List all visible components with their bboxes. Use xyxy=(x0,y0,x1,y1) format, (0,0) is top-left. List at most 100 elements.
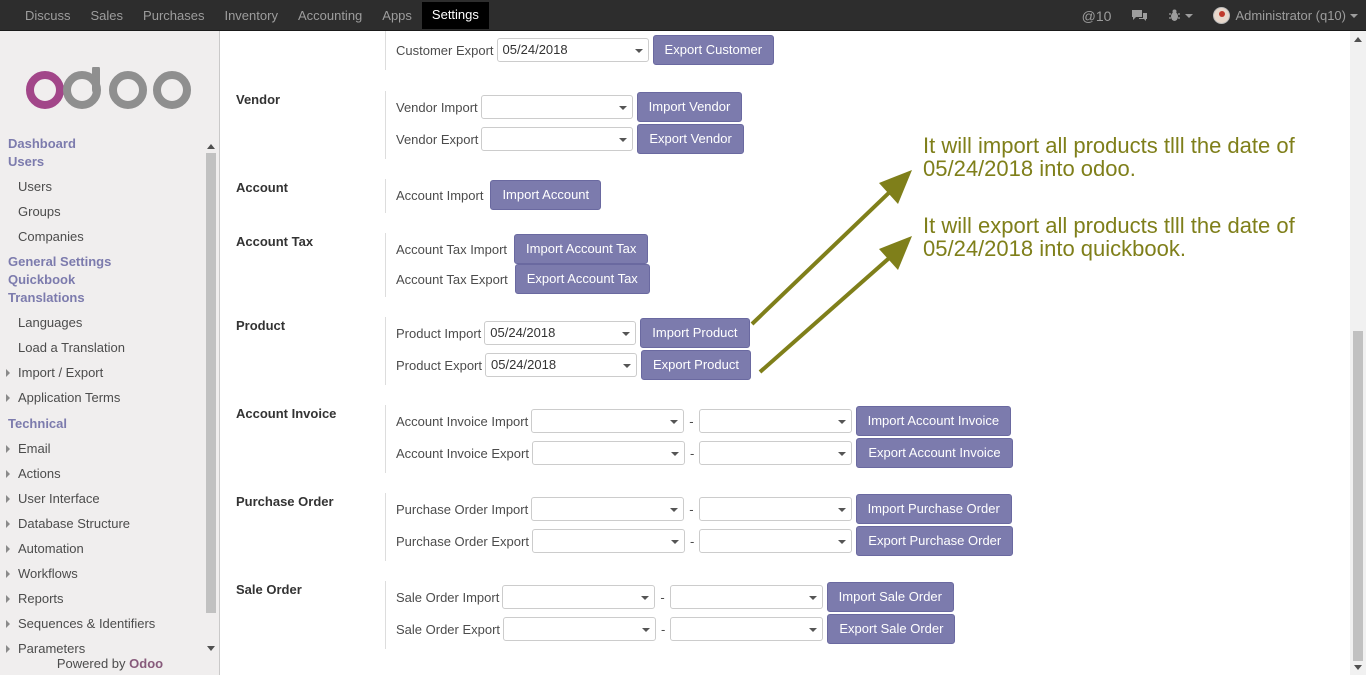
section-customer: Customer Export 05/24/2018 Export Custom… xyxy=(220,31,1350,71)
sidebar-general-settings[interactable]: General Settings xyxy=(0,253,204,271)
sidebar-item-application-terms[interactable]: Application Terms xyxy=(0,385,204,410)
powered-by-text: Powered by xyxy=(56,656,126,671)
vendor-fields: Vendor Import Import Vendor Vendor Expor… xyxy=(385,91,744,159)
sale-order-export-from[interactable] xyxy=(503,617,657,641)
sale-order-import-to[interactable] xyxy=(669,585,823,609)
quickbook-form: Customer Export 05/24/2018 Export Custom… xyxy=(220,31,1350,675)
sidebar-item-groups[interactable]: Groups xyxy=(0,199,204,224)
powered-by-brand[interactable]: Odoo xyxy=(129,656,163,671)
sidebar-item-sequences[interactable]: Sequences & Identifiers xyxy=(0,611,204,636)
account-invoice-export-from[interactable] xyxy=(531,441,685,465)
range-separator: - xyxy=(689,533,695,549)
scroll-down-icon[interactable] xyxy=(207,646,215,651)
sidebar-item-companies[interactable]: Companies xyxy=(0,224,204,249)
import-purchase-order-button[interactable]: Import Purchase Order xyxy=(855,494,1012,524)
settings-menu: Dashboard Users Users Groups Companies G… xyxy=(0,135,204,661)
sidebar-item-email[interactable]: Email xyxy=(0,436,204,461)
sale-order-import-from[interactable] xyxy=(502,585,656,609)
scroll-up-icon[interactable] xyxy=(207,144,215,149)
sale-order-export-to[interactable] xyxy=(670,617,824,641)
sidebar-scrollbar[interactable] xyxy=(205,141,217,651)
account-import-label: Account Import xyxy=(396,187,484,203)
purchase-order-import-to[interactable] xyxy=(698,497,852,521)
page-scrollbar[interactable] xyxy=(1350,31,1366,675)
purchase-order-export-from[interactable] xyxy=(531,529,685,553)
account-invoice-import-from[interactable] xyxy=(531,409,685,433)
sale-order-fields: Sale Order Import - Import Sale Order Sa… xyxy=(385,581,956,649)
vendor-export-label: Vendor Export xyxy=(396,131,479,147)
purchase-order-export-to[interactable] xyxy=(699,529,853,553)
product-export-label: Product Export xyxy=(396,357,482,373)
account-fields: Account Import Import Account xyxy=(385,179,602,213)
debug-menu[interactable] xyxy=(1158,0,1203,31)
account-title: Account xyxy=(236,180,288,195)
sidebar-item-users[interactable]: Users xyxy=(0,174,204,199)
bug-icon xyxy=(1169,9,1181,21)
sidebar-dashboard[interactable]: Dashboard xyxy=(0,135,204,153)
messages-counter[interactable]: @10 xyxy=(1072,0,1122,31)
menu-inventory[interactable]: Inventory xyxy=(214,0,287,31)
sidebar-item-actions[interactable]: Actions xyxy=(0,461,204,486)
sidebar-item-load-translation[interactable]: Load a Translation xyxy=(0,335,204,360)
import-product-button[interactable]: Import Product xyxy=(640,318,750,348)
scrollbar-thumb[interactable] xyxy=(206,153,216,613)
menu-purchases[interactable]: Purchases xyxy=(133,0,214,31)
mentions-count: @10 xyxy=(1081,7,1112,24)
import-sale-order-button[interactable]: Import Sale Order xyxy=(826,582,954,612)
export-customer-button[interactable]: Export Customer xyxy=(652,35,775,65)
export-account-invoice-button[interactable]: Export Account Invoice xyxy=(856,438,1013,468)
sidebar-item-reports[interactable]: Reports xyxy=(0,586,204,611)
product-import-date[interactable]: 05/24/2018 xyxy=(484,321,637,345)
export-product-button[interactable]: Export Product xyxy=(641,350,751,380)
menu-settings[interactable]: Settings xyxy=(421,2,489,29)
range-separator: - xyxy=(660,589,665,605)
export-annotation: It will export all products tlll the dat… xyxy=(923,214,1295,260)
chat-button[interactable] xyxy=(1121,0,1158,31)
sidebar-item-database-structure[interactable]: Database Structure xyxy=(0,511,204,536)
import-account-invoice-button[interactable]: Import Account Invoice xyxy=(855,406,1012,436)
sidebar-item-user-interface[interactable]: User Interface xyxy=(0,486,204,511)
sidebar-translations[interactable]: Translations xyxy=(0,289,204,307)
sidebar-technical[interactable]: Technical xyxy=(0,415,204,433)
sidebar-item-workflows[interactable]: Workflows xyxy=(0,561,204,586)
user-menu[interactable]: Administrator (q10) xyxy=(1203,0,1366,31)
section-account-invoice: Account Invoice Account Invoice Import -… xyxy=(220,405,1350,475)
sidebar-item-automation[interactable]: Automation xyxy=(0,536,204,561)
scroll-down-icon[interactable] xyxy=(1354,665,1362,670)
menu-accounting[interactable]: Accounting xyxy=(288,0,372,31)
menu-apps[interactable]: Apps xyxy=(372,0,422,31)
vendor-export-date[interactable] xyxy=(481,127,634,151)
vendor-import-date[interactable] xyxy=(480,95,633,119)
sidebar-quickbook[interactable]: Quickbook xyxy=(0,271,204,289)
product-export-date[interactable]: 05/24/2018 xyxy=(485,353,637,377)
export-vendor-button[interactable]: Export Vendor xyxy=(637,124,744,154)
customer-export-date[interactable]: 05/24/2018 xyxy=(496,38,649,62)
sidebar-item-import-export[interactable]: Import / Export xyxy=(0,360,204,385)
range-separator: - xyxy=(689,445,695,461)
sidebar-users-head[interactable]: Users xyxy=(0,153,204,171)
import-account-button[interactable]: Import Account xyxy=(490,180,602,210)
account-invoice-import-to[interactable] xyxy=(698,409,852,433)
export-sale-order-button[interactable]: Export Sale Order xyxy=(827,614,956,644)
sidebar-item-languages[interactable]: Languages xyxy=(0,310,204,335)
purchase-order-fields: Purchase Order Import - Import Purchase … xyxy=(385,493,1014,561)
export-purchase-order-button[interactable]: Export Purchase Order xyxy=(856,526,1014,556)
menu-discuss[interactable]: Discuss xyxy=(15,0,81,31)
purchase-order-import-from[interactable] xyxy=(531,497,685,521)
import-annotation: It will import all products tlll the dat… xyxy=(923,134,1295,180)
export-account-tax-button[interactable]: Export Account Tax xyxy=(514,264,650,294)
import-vendor-button[interactable]: Import Vendor xyxy=(636,92,743,122)
scroll-up-icon[interactable] xyxy=(1354,37,1362,42)
account-tax-import-label: Account Tax Import xyxy=(396,241,508,257)
account-invoice-export-to[interactable] xyxy=(699,441,853,465)
powered-by: Powered by Odoo xyxy=(0,655,219,675)
product-import-label: Product Import xyxy=(396,325,482,341)
menu-sales[interactable]: Sales xyxy=(81,0,134,31)
sidebar: odoo Dashboard Users Users Groups Compan… xyxy=(0,31,220,675)
main-menu: Discuss Sales Purchases Inventory Accoun… xyxy=(15,0,489,31)
scrollbar-thumb[interactable] xyxy=(1353,331,1363,661)
section-account: Account Account Import Import Account xyxy=(220,179,1350,215)
import-account-tax-button[interactable]: Import Account Tax xyxy=(514,234,649,264)
purchase-order-import-label: Purchase Order Import xyxy=(396,501,529,517)
purchase-order-title: Purchase Order xyxy=(236,494,334,509)
